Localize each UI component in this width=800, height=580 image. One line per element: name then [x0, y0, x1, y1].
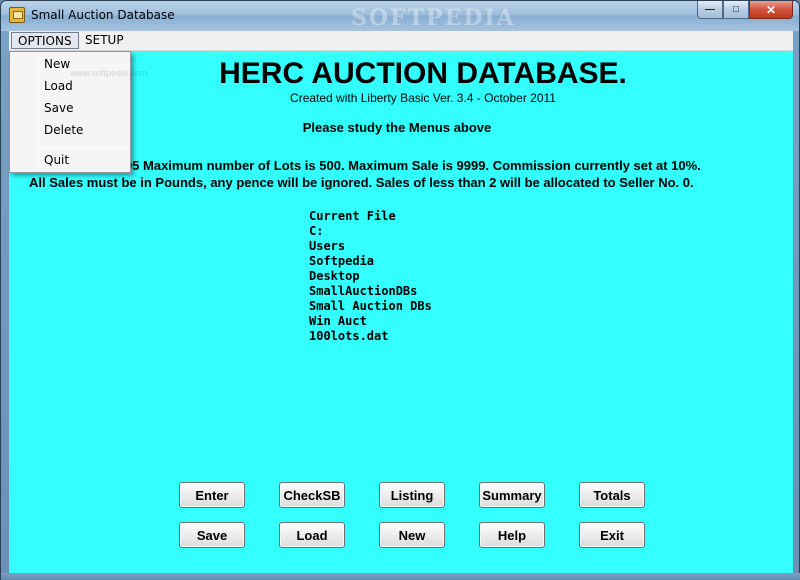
totals-button[interactable]: Totals	[579, 482, 645, 508]
maximize-button[interactable]: □	[723, 1, 749, 19]
info-line-sales: All Sales must be in Pounds, any pence w…	[29, 175, 694, 190]
save-button[interactable]: Save	[179, 522, 245, 548]
new-button[interactable]: New	[379, 522, 445, 548]
close-button[interactable]: ✕	[749, 1, 793, 19]
enter-button[interactable]: Enter	[179, 482, 245, 508]
listing-button[interactable]: Listing	[379, 482, 445, 508]
menu-setup[interactable]: SETUP	[79, 32, 130, 49]
info-line-limits: : 95 Maximum number of Lots is 500. Maxi…	[117, 158, 701, 173]
summary-button[interactable]: Summary	[479, 482, 545, 508]
minimize-button[interactable]: —	[697, 1, 723, 19]
title-bar[interactable]: Small Auction Database SOFTPEDIA — □ ✕	[1, 1, 799, 31]
file-path-segment: Small Auction DBs	[309, 299, 432, 313]
file-path-segment: Win Auct	[309, 314, 367, 328]
maximize-icon: □	[732, 4, 740, 15]
menu-item-quit[interactable]: Quit	[44, 153, 69, 167]
softpedia-watermark: SOFTPEDIA	[351, 5, 516, 31]
minimize-icon: —	[705, 4, 715, 15]
app-icon[interactable]	[9, 7, 25, 23]
load-button[interactable]: Load	[279, 522, 345, 548]
app-window: Small Auction Database SOFTPEDIA — □ ✕ O…	[0, 0, 800, 580]
current-file-path: Current File C: Users Softpedia Desktop …	[309, 209, 432, 344]
menu-gutter	[37, 54, 38, 170]
menu-item-load[interactable]: Load	[44, 79, 73, 93]
file-path-segment: SmallAuctionDBs	[309, 284, 418, 298]
close-icon: ✕	[765, 2, 777, 17]
file-name: 100lots.dat	[309, 329, 389, 343]
options-dropdown-menu: www.softpedia.com New Load Save Delete Q…	[9, 51, 148, 173]
help-button[interactable]: Help	[479, 522, 545, 548]
dropdown-watermark: www.softpedia.com	[70, 68, 148, 78]
file-path-segment: Desktop	[309, 269, 360, 283]
exit-button[interactable]: Exit	[579, 522, 645, 548]
caption-buttons: — □ ✕	[697, 1, 793, 19]
menu-item-new[interactable]: New	[44, 57, 70, 71]
file-path-segment: Softpedia	[309, 254, 375, 268]
file-path-segment: Users	[309, 239, 346, 253]
menu-bar: OPTIONS SETUP	[9, 31, 793, 51]
window-bottom-border	[1, 573, 800, 580]
file-path-segment: C:	[309, 224, 324, 238]
window-title: Small Auction Database	[31, 8, 175, 22]
menu-item-save[interactable]: Save	[44, 101, 73, 115]
checksb-button[interactable]: CheckSB	[279, 482, 345, 508]
menu-item-delete[interactable]: Delete	[44, 123, 83, 137]
file-list-header: Current File	[309, 209, 396, 223]
menu-options[interactable]: OPTIONS	[11, 32, 79, 49]
menu-separator	[40, 147, 128, 148]
